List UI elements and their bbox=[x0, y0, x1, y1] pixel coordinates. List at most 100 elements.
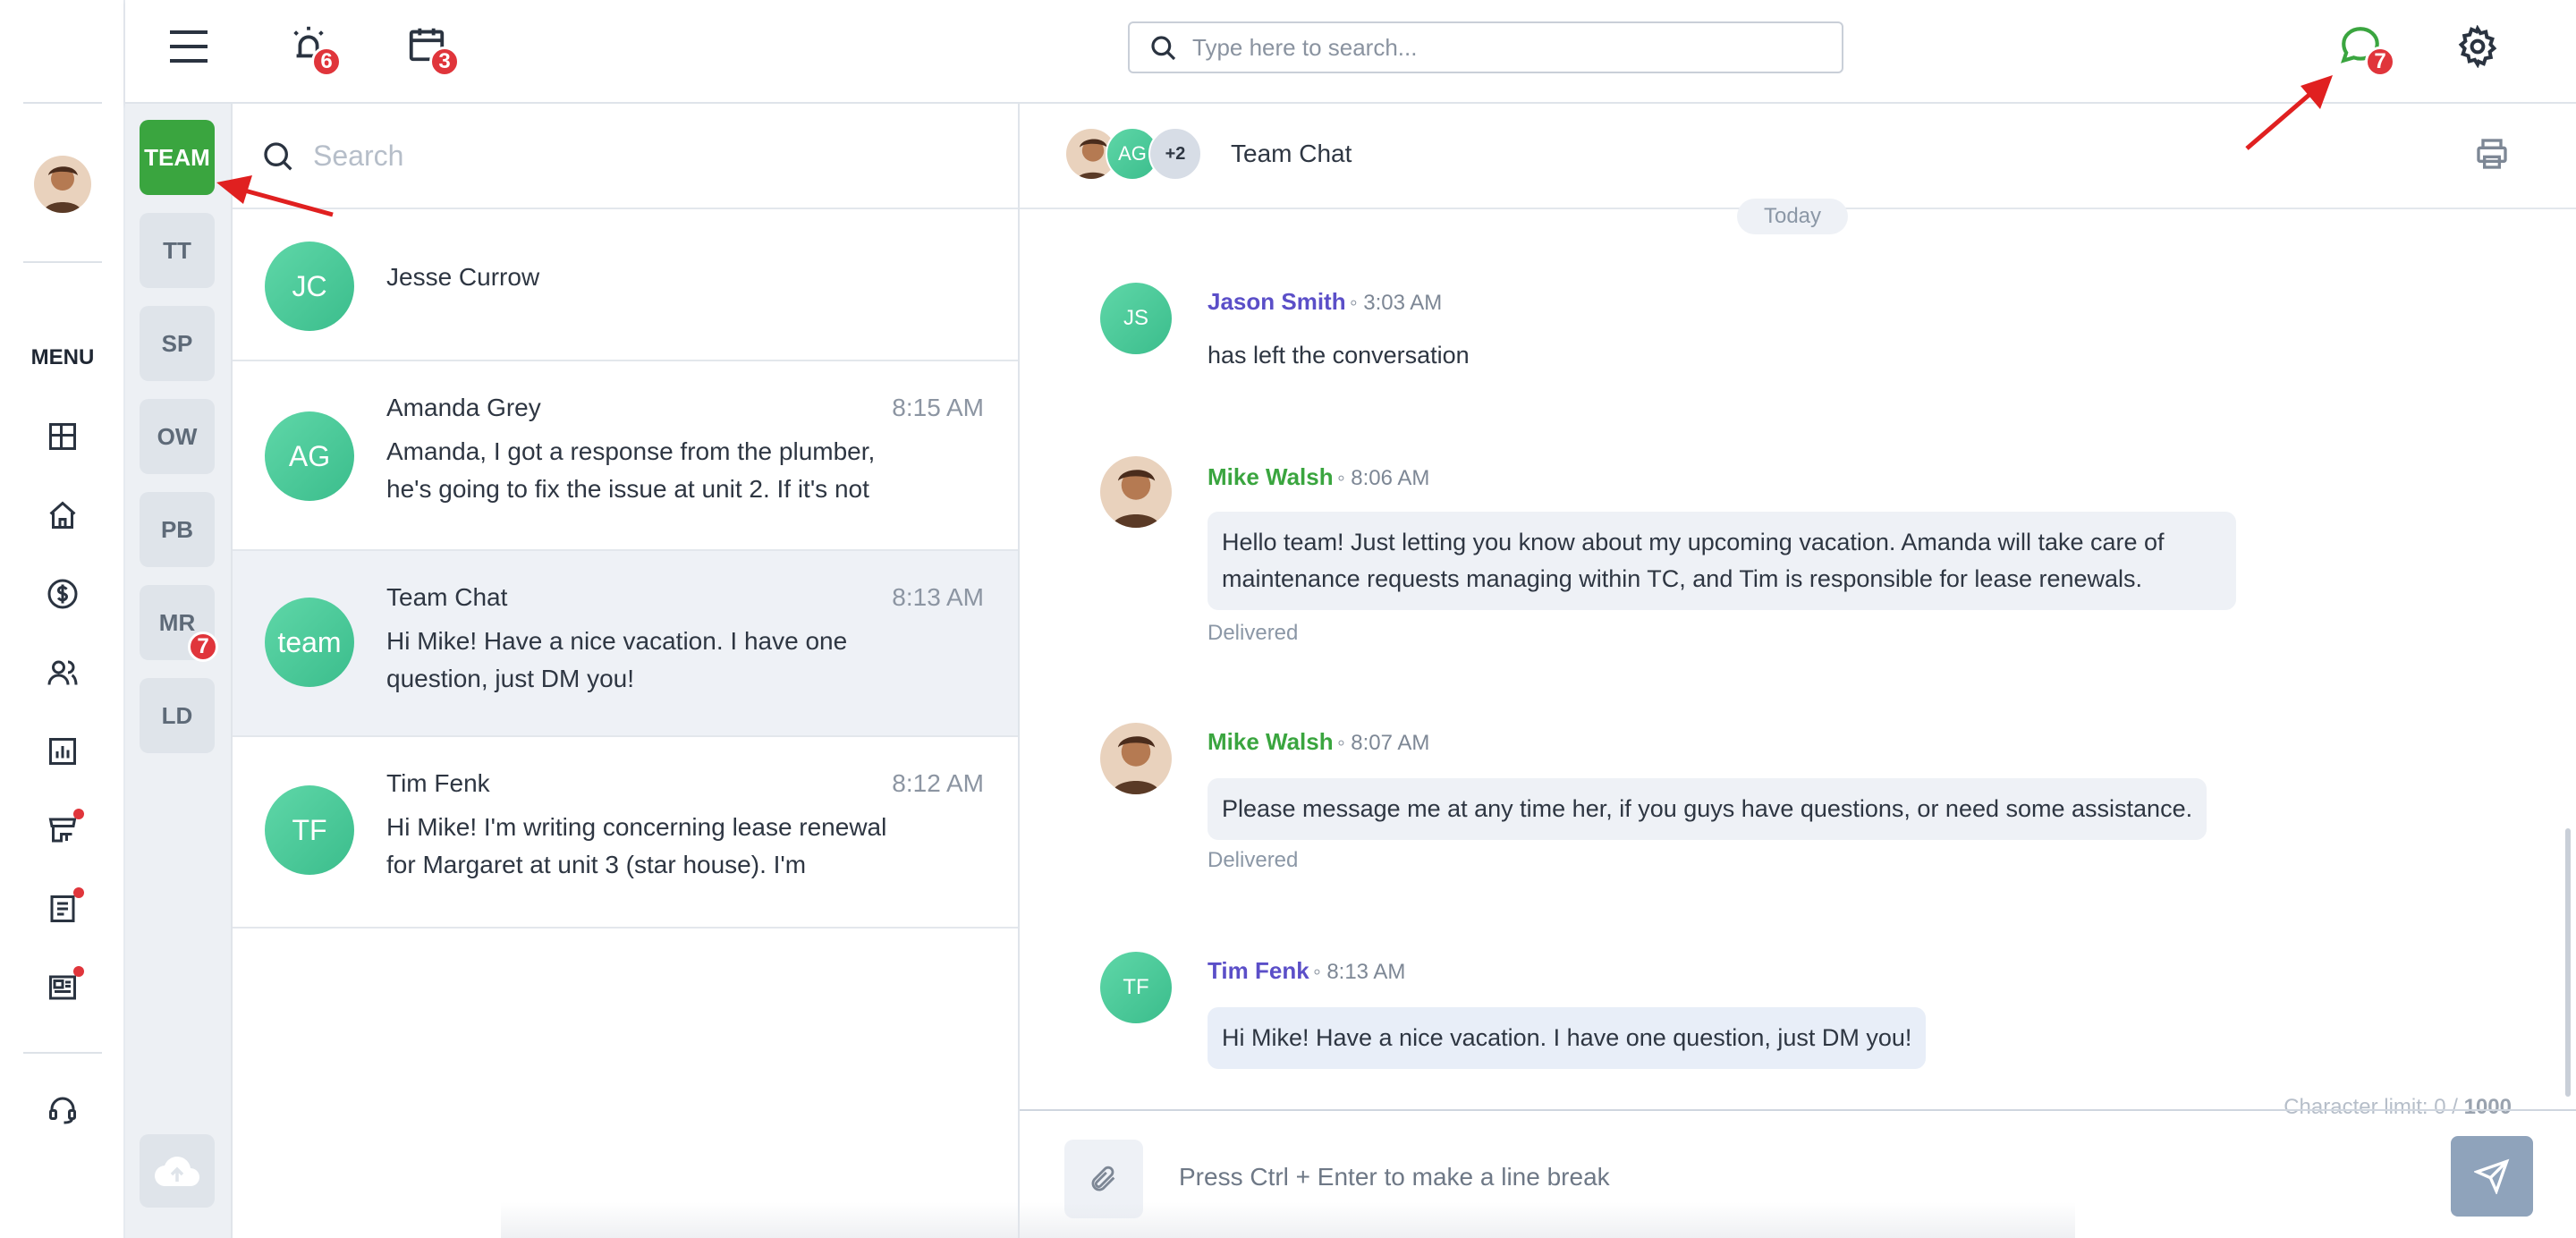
conversation-preview: Hi Mike! Have a nice vacation. I have on… bbox=[386, 627, 848, 692]
chat-header: AG +2 Team Chat bbox=[1020, 104, 2576, 209]
conversation-name: Amanda Grey bbox=[386, 394, 541, 421]
notification-dot bbox=[73, 887, 84, 898]
message-author[interactable]: Tim Fenk bbox=[1208, 957, 1309, 984]
conversation-name: Jesse Currow bbox=[386, 263, 540, 291]
chat-badge: 7 bbox=[2365, 47, 2395, 77]
date-separator: Today bbox=[1737, 199, 1848, 234]
contact-avatar: TF bbox=[265, 785, 354, 875]
more-participants-count[interactable]: +2 bbox=[1148, 127, 1202, 181]
notification-dot bbox=[73, 809, 84, 819]
document-icon[interactable] bbox=[41, 887, 84, 930]
attach-button[interactable] bbox=[1064, 1140, 1143, 1218]
message-author[interactable]: Mike Walsh bbox=[1208, 463, 1334, 490]
notification-dot bbox=[73, 966, 84, 977]
global-search-input[interactable]: Type here to search... bbox=[1128, 21, 1843, 73]
chat-title: Team Chat bbox=[1231, 140, 1352, 167]
calendar-badge: 3 bbox=[429, 47, 460, 77]
chat-panel: AG +2 Team Chat Today JS Jason Smith ◦ 3… bbox=[1020, 104, 2576, 1238]
message-author[interactable]: Mike Walsh bbox=[1208, 728, 1334, 755]
conversation-preview: Hi Mike! I'm writing concerning lease re… bbox=[386, 813, 887, 878]
group-tag-ld[interactable]: LD bbox=[140, 678, 215, 753]
dollar-icon[interactable] bbox=[41, 572, 84, 615]
alarm-badge: 6 bbox=[311, 47, 342, 77]
message-bubble: Please message me at any time her, if yo… bbox=[1208, 778, 2207, 840]
contact-avatar: team bbox=[265, 598, 354, 687]
conversation-time: 8:12 AM bbox=[892, 769, 984, 797]
search-placeholder: Type here to search... bbox=[1192, 33, 1418, 61]
send-icon bbox=[2474, 1158, 2510, 1194]
contact-avatar: AG bbox=[265, 411, 354, 501]
rail-divider bbox=[23, 102, 102, 104]
message-time: 8:06 AM bbox=[1351, 466, 1430, 490]
search-icon bbox=[1149, 34, 1178, 63]
alarm-button[interactable]: 6 bbox=[288, 23, 351, 81]
chat-scrollbar[interactable] bbox=[2565, 828, 2571, 1097]
message-avatar bbox=[1100, 723, 1172, 794]
conversation-item[interactable]: JC Jesse Currow bbox=[233, 209, 1018, 361]
conversation-name: Team Chat bbox=[386, 583, 508, 611]
message-bubble: Hi Mike! Have a nice vacation. I have on… bbox=[1208, 1007, 1927, 1069]
message-time: 8:07 AM bbox=[1351, 731, 1430, 755]
contact-avatar: JC bbox=[265, 242, 354, 331]
conversation-time: 8:13 AM bbox=[892, 583, 984, 611]
menu-label: MENU bbox=[30, 345, 95, 369]
conversation-item[interactable]: AG Amanda Grey 8:15 AM Amanda, I got a r… bbox=[233, 361, 1018, 551]
message-separator-dot: ◦ bbox=[1313, 960, 1327, 984]
shop-icon[interactable] bbox=[41, 809, 84, 852]
message-avatar: TF bbox=[1100, 952, 1172, 1023]
newspaper-icon[interactable] bbox=[41, 966, 84, 1009]
send-button[interactable] bbox=[2451, 1136, 2533, 1217]
settings-gear-icon[interactable] bbox=[2456, 25, 2499, 68]
message-separator-dot: ◦ bbox=[1337, 731, 1352, 755]
headset-icon[interactable] bbox=[41, 1088, 84, 1131]
conversation-item[interactable]: TF Tim Fenk 8:12 AM Hi Mike! I'm writing… bbox=[233, 737, 1018, 928]
chat-button[interactable]: 7 bbox=[2338, 23, 2401, 81]
user-avatar[interactable] bbox=[34, 156, 91, 213]
group-tag-tt[interactable]: TT bbox=[140, 213, 215, 288]
message-status: Delivered bbox=[1208, 621, 1299, 645]
people-icon[interactable] bbox=[41, 651, 84, 694]
group-tag-badge: 7 bbox=[188, 632, 218, 662]
conversation-search-placeholder: Search bbox=[313, 139, 404, 172]
calendar-button[interactable]: 3 bbox=[406, 23, 469, 81]
conversation-preview: Amanda, I got a response from the plumbe… bbox=[386, 437, 876, 503]
group-tag-mr[interactable]: MR 7 bbox=[140, 585, 218, 662]
hamburger-menu-icon[interactable] bbox=[170, 29, 208, 64]
group-tag-ow[interactable]: OW bbox=[140, 399, 215, 474]
paperclip-icon bbox=[1089, 1164, 1119, 1194]
group-tag-pb[interactable]: PB bbox=[140, 492, 215, 567]
message-meta: Tim Fenk ◦ 8:13 AM bbox=[1208, 957, 1405, 985]
upload-button[interactable] bbox=[140, 1134, 215, 1208]
conversation-item-selected[interactable]: team Team Chat 8:13 AM Hi Mike! Have a n… bbox=[233, 551, 1018, 737]
message-input[interactable]: Press Ctrl + Enter to make a line break bbox=[1179, 1163, 1610, 1191]
message-avatar: JS bbox=[1100, 283, 1172, 354]
message-time: 8:13 AM bbox=[1326, 960, 1406, 984]
chart-icon[interactable] bbox=[41, 730, 84, 773]
message-avatar bbox=[1100, 456, 1172, 528]
message-composer: Press Ctrl + Enter to make a line break bbox=[1020, 1109, 2576, 1238]
message-text: has left the conversation bbox=[1208, 342, 1470, 369]
message-meta: Jason Smith ◦ 3:03 AM bbox=[1208, 288, 1442, 316]
rail-divider bbox=[23, 261, 102, 263]
cloud-upload-icon bbox=[153, 1152, 201, 1190]
top-bar: 6 3 Type here to search... 7 bbox=[125, 0, 2576, 104]
message-bubble: Hello team! Just letting you know about … bbox=[1208, 512, 2236, 610]
dashboard-icon[interactable] bbox=[41, 415, 84, 458]
group-tag-team[interactable]: TEAM bbox=[140, 120, 215, 195]
message-meta: Mike Walsh ◦ 8:07 AM bbox=[1208, 728, 1429, 756]
message-author[interactable]: Jason Smith bbox=[1208, 288, 1346, 315]
left-rail: MENU bbox=[0, 0, 125, 1238]
message-meta: Mike Walsh ◦ 8:06 AM bbox=[1208, 463, 1429, 491]
group-tag-label: MR bbox=[158, 608, 196, 636]
group-tag-sp[interactable]: SP bbox=[140, 306, 215, 381]
conversation-name: Tim Fenk bbox=[386, 769, 490, 797]
print-icon[interactable] bbox=[2474, 136, 2510, 172]
message-separator-dot: ◦ bbox=[1350, 291, 1364, 315]
search-icon bbox=[261, 140, 297, 175]
message-status: Delivered bbox=[1208, 848, 1299, 872]
home-icon[interactable] bbox=[41, 494, 84, 537]
chat-groups-column: TEAM TT SP OW PB MR 7 LD bbox=[125, 104, 233, 1238]
rail-divider bbox=[23, 1052, 102, 1054]
conversation-search-input[interactable]: Search bbox=[233, 104, 1018, 209]
message-separator-dot: ◦ bbox=[1337, 466, 1352, 490]
